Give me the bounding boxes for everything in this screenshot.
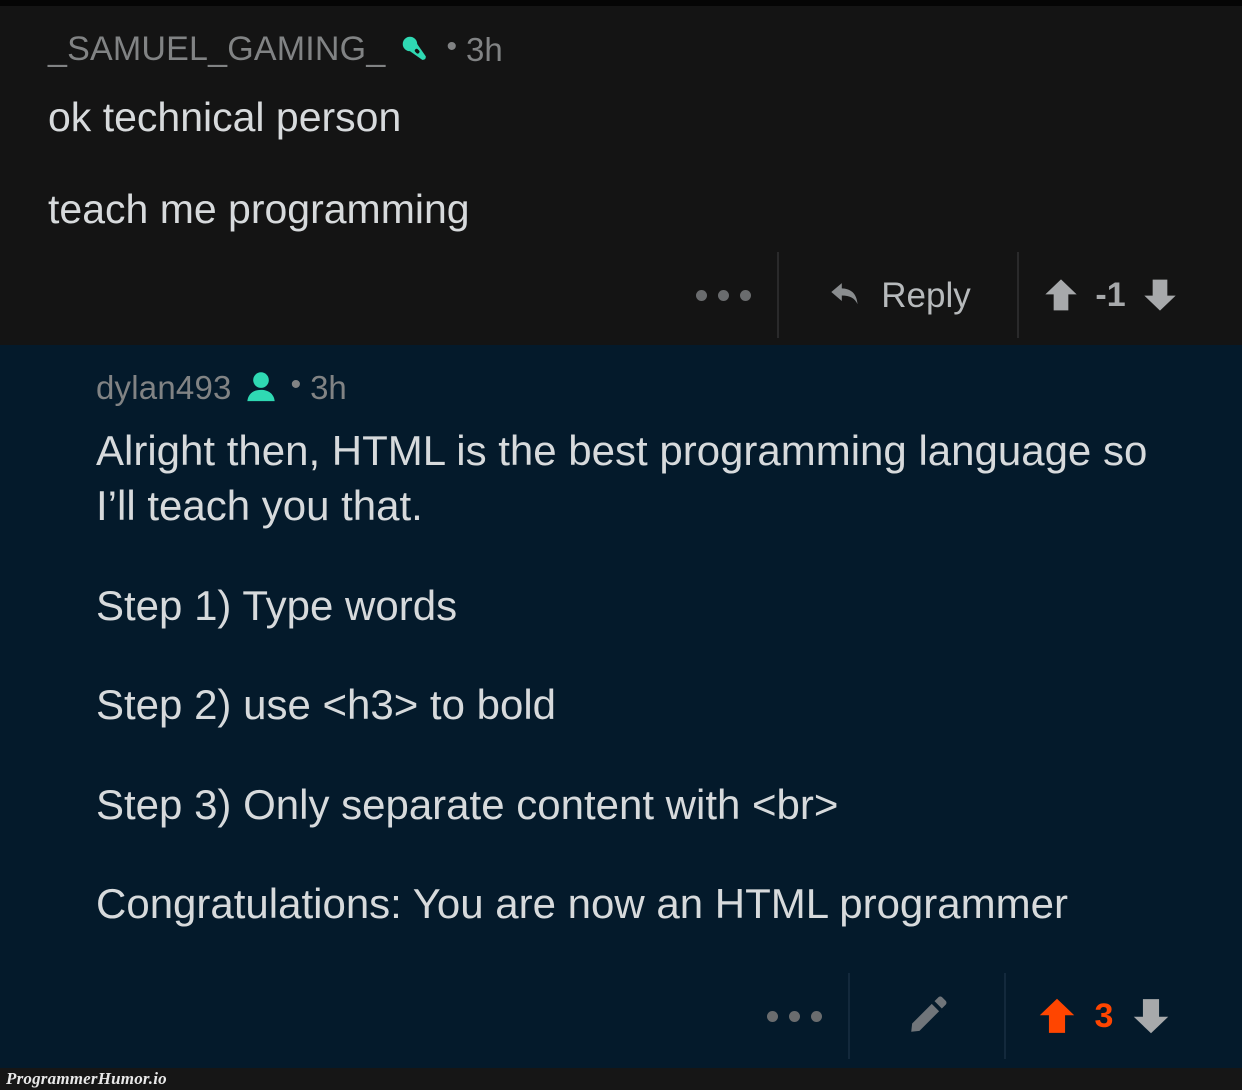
comment-1-meta-separator: •: [446, 30, 457, 63]
reply-arrow-icon: [825, 274, 867, 316]
more-horizontal-icon: [695, 289, 751, 301]
comment-2-paragraph: Alright then, HTML is the best programmi…: [96, 427, 1148, 530]
comment-1-vote-group: -1: [1017, 252, 1202, 338]
microphone-icon: [396, 30, 434, 68]
comment-2-timestamp: 3h: [310, 368, 347, 406]
comment-thread-item-2: dylan493 • 3h Alright then, HTML is the …: [0, 345, 1242, 1068]
upvote-arrow-icon[interactable]: [1041, 275, 1081, 315]
comment-1-timestamp: 3h: [465, 30, 503, 68]
comment-2-meta-separator: •: [290, 368, 302, 401]
upvote-arrow-icon[interactable]: [1035, 994, 1079, 1038]
comment-2-action-bar: 3: [740, 973, 1202, 1059]
comment-2-meta: dylan493 • 3h: [96, 369, 1198, 405]
comment-1-reply-label: Reply: [881, 275, 971, 315]
comment-2-paragraph: Step 1) Type words: [96, 581, 458, 629]
comment-2-body: Alright then, HTML is the best programmi…: [96, 423, 1198, 932]
watermark-bar: [0, 1068, 1242, 1090]
comment-2-paragraph: Congratulations: You are now an HTML pro…: [96, 880, 1068, 928]
downvote-arrow-icon[interactable]: [1140, 275, 1180, 315]
comment-1-score: -1: [1095, 276, 1126, 314]
watermark-label: ProgrammerHumor.io: [6, 1069, 167, 1088]
downvote-arrow-icon[interactable]: [1129, 994, 1173, 1038]
comment-1-username[interactable]: _SAMUEL_GAMING_: [48, 32, 385, 66]
screenshot-root: _SAMUEL_GAMING_ • 3h ok technical person…: [0, 0, 1242, 1090]
comment-2-edit-button[interactable]: [848, 973, 1004, 1059]
comment-1-reply-button[interactable]: Reply: [777, 252, 1017, 338]
more-horizontal-icon: [766, 1010, 822, 1022]
comment-1-body: ok technical person teach me programming: [48, 90, 1198, 236]
comment-2-paragraph: Step 3) Only separate content with <br>: [96, 780, 839, 828]
comment-1-paragraph: ok technical person: [48, 94, 402, 140]
comment-1-overflow-button[interactable]: [669, 252, 777, 338]
user-person-icon: [243, 369, 279, 405]
comment-2-paragraph: Step 2) use <h3> to bold: [96, 681, 557, 729]
comment-1-action-bar: Reply -1: [669, 252, 1202, 338]
comment-2-overflow-button[interactable]: [740, 973, 848, 1059]
comment-1-meta: _SAMUEL_GAMING_ • 3h: [48, 30, 1198, 68]
comment-1-paragraph: teach me programming: [48, 186, 470, 233]
comment-2-username[interactable]: dylan493: [96, 371, 232, 404]
comment-2-vote-group: 3: [1004, 973, 1202, 1059]
comment-2-score: 3: [1094, 997, 1114, 1035]
pencil-edit-icon: [905, 994, 949, 1038]
